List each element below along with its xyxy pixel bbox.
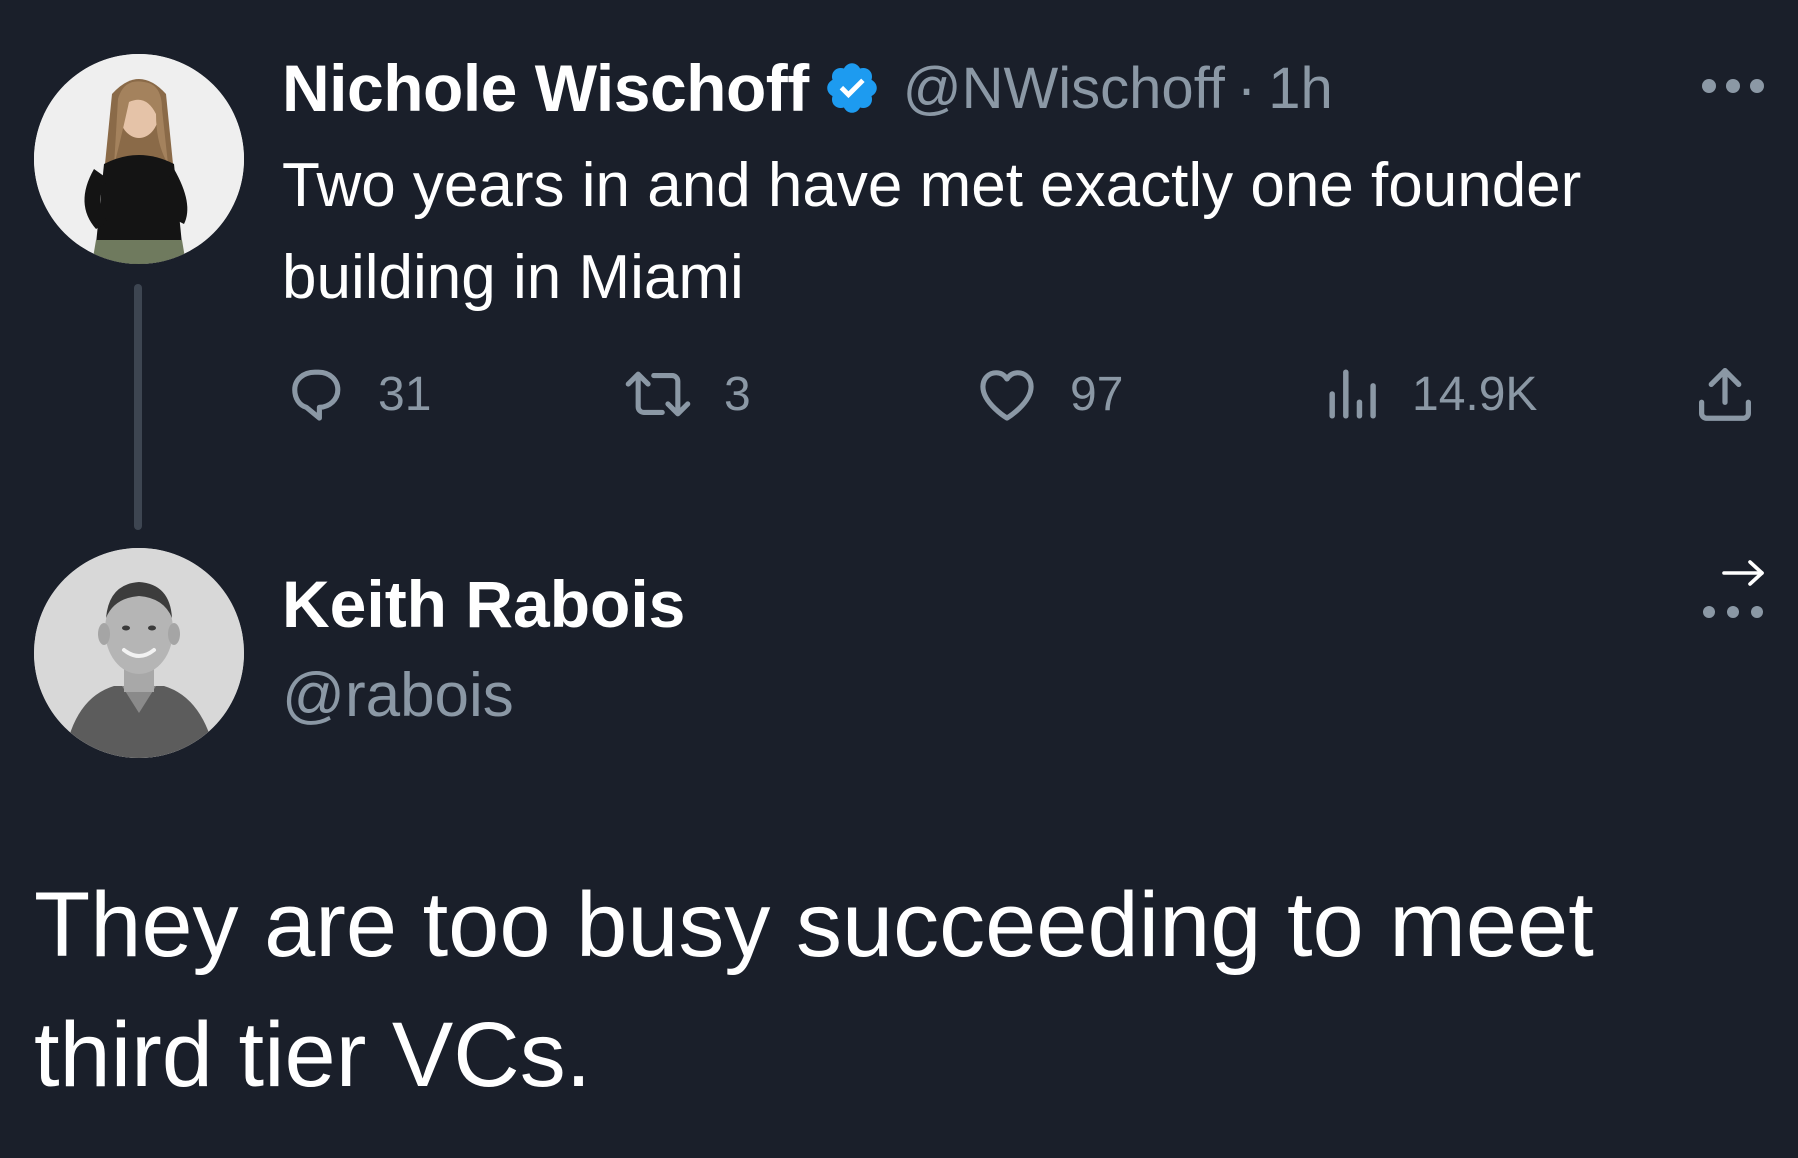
share-icon — [1699, 368, 1751, 421]
like-count: 97 — [1070, 367, 1124, 421]
verified-badge-icon — [823, 59, 881, 117]
reply-more-options-icon[interactable] — [1700, 600, 1766, 624]
reply-tweet-text: They are too busy succeeding to meet thi… — [34, 874, 1594, 1106]
avatar-nichole-image — [34, 54, 244, 264]
views-button[interactable]: 14.9K — [1324, 356, 1537, 432]
author-handle[interactable]: @NWischoff — [903, 55, 1225, 122]
views-chart-icon — [1329, 369, 1376, 419]
separator-dot: · — [1236, 55, 1257, 121]
reply-icon — [292, 369, 341, 421]
reply-count: 31 — [378, 367, 432, 421]
tweet-screenshot: Nichole Wischoff @NWischoff · 1h Two yea… — [0, 0, 1798, 1158]
author-name[interactable]: Nichole Wischoff — [282, 50, 809, 126]
more-options-icon[interactable] — [1700, 74, 1766, 98]
share-button[interactable] — [1692, 356, 1758, 432]
retweet-count: 3 — [724, 367, 751, 421]
views-count: 14.9K — [1412, 367, 1538, 421]
retweet-button[interactable]: 3 — [620, 356, 751, 432]
thread-connector-line — [134, 284, 142, 530]
retweet-icon — [625, 371, 691, 417]
tweet-timestamp[interactable]: 1h — [1268, 55, 1333, 122]
like-button[interactable]: 97 — [972, 356, 1123, 432]
original-tweet-header: Nichole Wischoff @NWischoff · 1h — [282, 48, 1333, 128]
avatar-keith[interactable] — [34, 548, 244, 758]
reply-button[interactable]: 31 — [282, 356, 431, 432]
reply-author-name[interactable]: Keith Rabois — [282, 566, 685, 642]
avatar-keith-image — [34, 548, 244, 758]
avatar-nichole[interactable] — [34, 54, 244, 264]
reply-author-handle[interactable]: @rabois — [282, 660, 514, 731]
original-tweet-text: Two years in and have met exactly one fo… — [282, 151, 1582, 312]
arrow-right-icon[interactable] — [1716, 556, 1772, 590]
heart-icon — [980, 370, 1034, 421]
